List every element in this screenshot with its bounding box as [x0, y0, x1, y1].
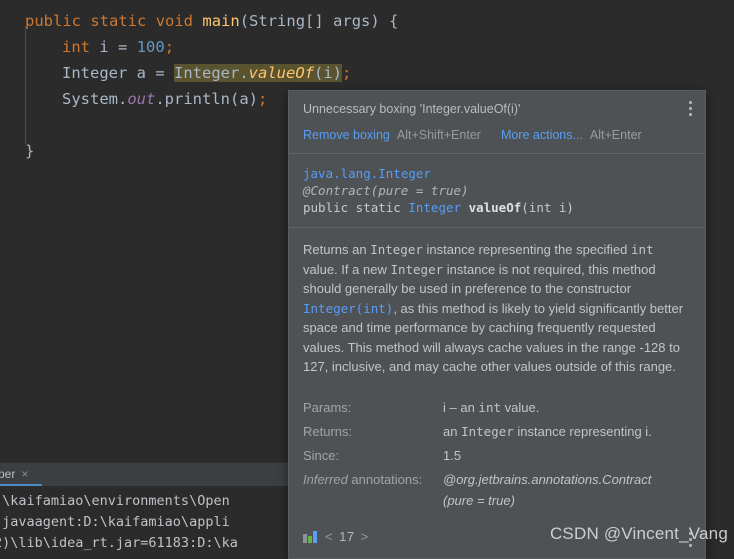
signature-method-name: valueOf — [461, 200, 522, 215]
inferred-annotations-value: @org.jetbrains.annotations.Contract (pur… — [443, 469, 691, 514]
nav-next-button[interactable]: > — [361, 529, 369, 544]
inferred-label-italic: Inferred — [303, 471, 348, 487]
code-line: int i = 100; — [62, 34, 174, 60]
inspection-tooltip-popup[interactable]: Unnecessary boxing 'Integer.valueOf(i)' … — [288, 90, 706, 559]
more-actions-link[interactable]: More actions... — [501, 128, 583, 142]
tag-label: Since: — [303, 447, 340, 463]
code-token: ; — [341, 64, 352, 82]
tag-label: Params: — [303, 399, 352, 415]
code-line: } — [25, 138, 34, 164]
table-row: Params: i – an int value. — [303, 397, 691, 421]
tag-value: 1.5 — [443, 447, 462, 463]
code-token: ( — [239, 12, 250, 30]
code-token: [] args) { — [305, 12, 399, 30]
code-token: = — [118, 38, 128, 56]
code-token: Integer — [62, 64, 128, 82]
nav-count: 17 — [339, 528, 355, 544]
code-token: ; — [164, 38, 175, 56]
console-tab-label: ...per — [0, 467, 16, 481]
console-tab[interactable]: ...per × — [0, 463, 38, 486]
doc-text-2: instance representing the specified — [422, 242, 632, 257]
doc-text-3: value. If a new — [303, 261, 391, 277]
code-token: String — [249, 12, 306, 30]
tag-value: an Integer instance representing i. — [443, 423, 652, 439]
code-token: public — [25, 12, 81, 30]
code-token: .println(a) — [155, 90, 258, 108]
code-token: static — [90, 12, 147, 30]
tag-value: i – an int value. — [443, 399, 540, 415]
code-token: System — [62, 90, 118, 108]
signature-return-type: Integer — [408, 200, 462, 215]
code-line: Integer a = Integer.valueOf(i); — [62, 60, 351, 86]
popup-quick-actions: Remove boxing Alt+Shift+Enter More actions… — [303, 127, 691, 143]
more-actions-shortcut: Alt+Enter — [589, 128, 642, 142]
nav-prev-button[interactable]: < — [325, 529, 333, 544]
code-token: i — [90, 38, 118, 56]
code-token: ; — [258, 90, 268, 108]
tag-value-code: int — [478, 399, 501, 415]
method-signature: java.lang.Integer @Contract(pure = true)… — [289, 154, 705, 228]
signature-package: java.lang.Integer — [303, 166, 431, 181]
close-icon[interactable]: × — [21, 467, 28, 481]
popup-title: Unnecessary boxing 'Integer.valueOf(i)' — [303, 102, 521, 116]
code-token: a = — [127, 64, 174, 82]
javadoc-tags-table: Params: i – an int value. Returns: an Integ… — [289, 380, 705, 520]
watermark: CSDN @Vincent_Vang — [549, 524, 728, 543]
doc-text-1: Returns an — [303, 242, 371, 257]
tag-label: Returns: — [303, 423, 353, 439]
popup-header: Unnecessary boxing 'Integer.valueOf(i)' … — [289, 91, 705, 154]
tag-value-code: Integer — [461, 423, 514, 439]
code-token: int — [62, 38, 90, 56]
code-token: } — [25, 142, 35, 160]
inferred-line-1: @org.jetbrains.annotations.Contract — [443, 471, 652, 487]
code-token: (i) — [313, 64, 342, 82]
doc-link-integer-int[interactable]: Integer(int) — [303, 301, 393, 316]
code-token: 100 — [136, 38, 165, 56]
code-token: . — [118, 90, 128, 108]
remove-boxing-shortcut: Alt+Shift+Enter — [396, 128, 481, 142]
doc-code-int: int — [631, 242, 654, 257]
code-token: main — [202, 12, 240, 30]
inferred-annotations-label: Inferred annotations: — [303, 469, 443, 514]
indent-guide — [25, 26, 26, 144]
signature-contract-annotation: @Contract(pure = true) — [303, 183, 469, 198]
code-token: out — [127, 90, 156, 108]
code-line: public static void main(String[] args) { — [25, 8, 398, 34]
doc-code-integer-1: Integer — [370, 242, 423, 257]
kebab-menu-icon[interactable] — [683, 101, 697, 119]
doc-code-integer-2: Integer — [390, 261, 444, 277]
bar-chart-icon — [303, 530, 319, 543]
code-line: System.out.println(a); — [62, 86, 267, 112]
code-token: valueOf — [248, 64, 314, 82]
code-token: void — [155, 12, 194, 30]
ide-window: public static void main(String[] args) {… — [0, 0, 734, 559]
javadoc-description: Returns an Integer instance representing… — [289, 228, 705, 381]
signature-declaration: public static Integer valueOf(int i) — [303, 199, 691, 216]
table-row: Returns: an Integer instance representing… — [303, 421, 691, 445]
inferred-line-2: (pure = true) — [443, 492, 515, 508]
signature-modifiers: public static — [303, 200, 409, 215]
remove-boxing-link[interactable]: Remove boxing — [303, 128, 390, 142]
inferred-label-rest: annotations: — [347, 471, 423, 487]
signature-parameters: (int i) — [521, 200, 574, 215]
code-token: Integer. — [174, 64, 249, 82]
table-row: Since: 1.5 — [303, 445, 691, 469]
table-row-inferred: Inferred annotations: @org.jetbrains.ann… — [303, 469, 691, 514]
